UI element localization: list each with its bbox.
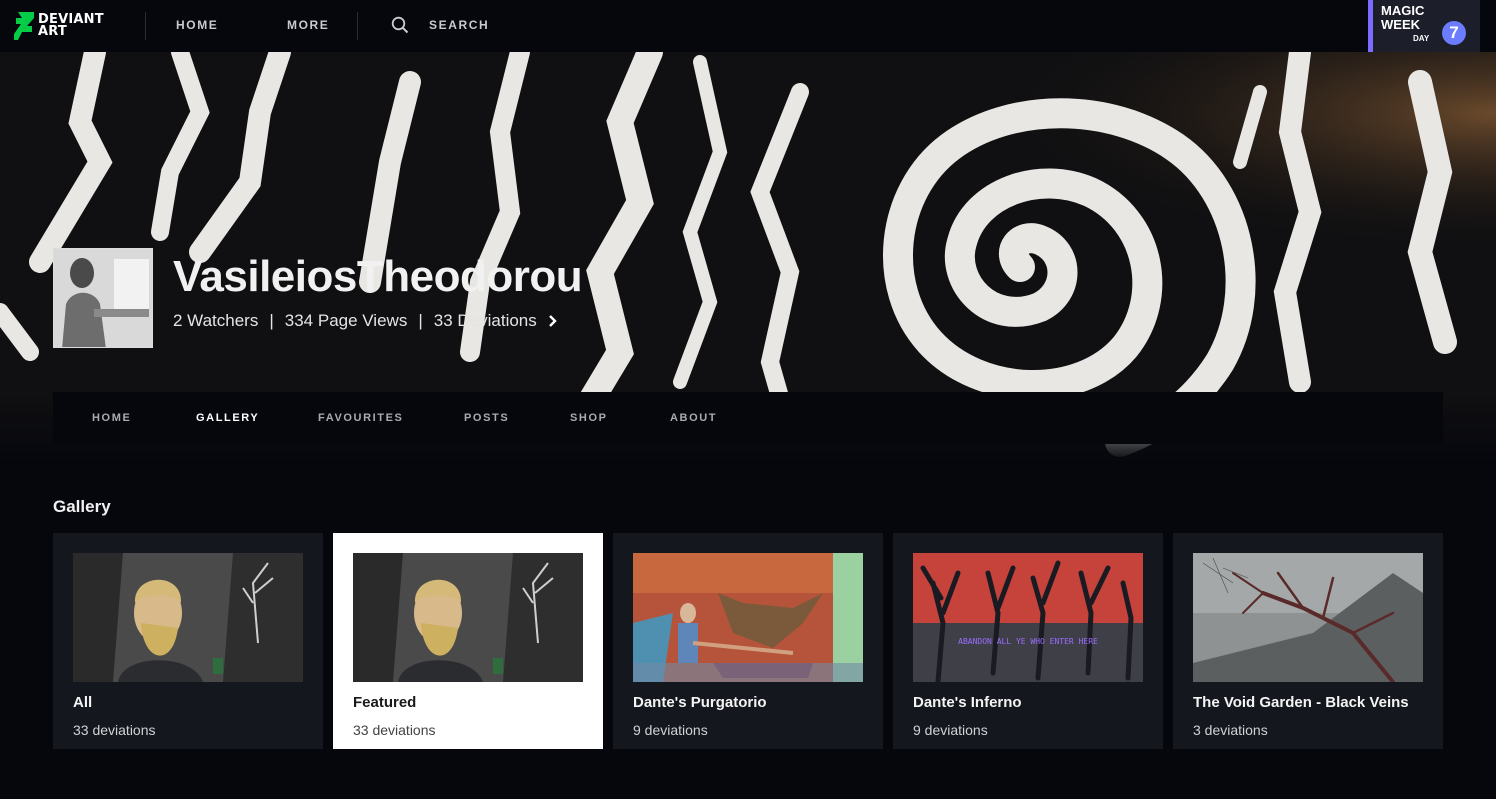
folder-title: The Void Garden - Black Veins <box>1193 694 1409 711</box>
gallery-heading: Gallery <box>53 497 111 516</box>
folder-count: 9 deviations <box>633 722 708 738</box>
folder-count: 33 deviations <box>73 722 156 738</box>
nav-home-link[interactable]: HOME <box>176 18 218 32</box>
folder-thumbnail <box>1193 553 1423 682</box>
nav-more-menu[interactable]: MORE <box>287 18 329 32</box>
gallery-folder-card[interactable]: Dante's Purgatorio 9 deviations <box>613 533 883 749</box>
folder-thumbnail: ABANDON ALL YE WHO ENTER HERE <box>913 553 1143 682</box>
folder-title: Dante's Inferno <box>913 694 1022 711</box>
deviantart-logo-icon <box>14 12 34 40</box>
gallery-folder-card[interactable]: All 33 deviations <box>53 533 323 749</box>
profile-username[interactable]: VasileiosTheodorou <box>173 252 583 302</box>
tab-favourites[interactable]: FAVOURITES <box>318 412 403 424</box>
magic-week-day-label: DAY <box>1413 34 1430 43</box>
profile-stats[interactable]: 2 Watchers | 334 Page Views | 33 Deviati… <box>173 311 559 331</box>
avatar[interactable] <box>53 248 153 348</box>
search-icon[interactable] <box>391 16 409 34</box>
tab-posts[interactable]: POSTS <box>464 412 509 424</box>
deviations-count: 33 Deviations <box>433 311 537 330</box>
stats-separator: | <box>269 311 274 330</box>
magic-week-day-number: 7 <box>1442 21 1466 45</box>
avatar-photo <box>54 249 152 347</box>
folder-thumbnail <box>633 553 863 682</box>
page-views-count: 334 Page Views <box>284 311 408 330</box>
folder-count: 3 deviations <box>1193 722 1268 738</box>
magic-week-banner[interactable]: MAGIC WEEK DAY 7 <box>1368 0 1480 52</box>
folder-title: Featured <box>353 694 417 711</box>
search-input[interactable]: SEARCH <box>429 18 489 32</box>
tab-about[interactable]: ABOUT <box>670 412 717 424</box>
deviantart-logo[interactable]: DEVIANT ART <box>14 10 114 42</box>
divider <box>145 12 146 40</box>
thumbnail-caption: ABANDON ALL YE WHO ENTER HERE <box>958 637 1098 646</box>
gallery-folder-card[interactable]: ABANDON ALL YE WHO ENTER HERE Dante's In… <box>893 533 1163 749</box>
chevron-right-icon[interactable] <box>547 314 559 328</box>
tab-home[interactable]: HOME <box>92 412 131 424</box>
gallery-folder-card[interactable]: Featured 33 deviations <box>333 533 603 749</box>
folder-title: All <box>73 694 93 711</box>
divider <box>357 12 358 40</box>
magic-week-line1: MAGIC <box>1381 3 1425 18</box>
magic-week-line2: WEEK <box>1381 17 1420 32</box>
folder-thumbnail <box>353 553 583 682</box>
gallery-folder-card[interactable]: The Void Garden - Black Veins 3 deviatio… <box>1173 533 1443 749</box>
tab-gallery[interactable]: GALLERY <box>196 412 259 424</box>
folder-count: 9 deviations <box>913 722 988 738</box>
folder-thumbnail <box>73 553 303 682</box>
logo-text-line2: ART <box>38 24 67 39</box>
folder-count: 33 deviations <box>353 722 436 738</box>
top-navigation-bar: DEVIANT ART HOME MORE SEARCH MAGIC WEEK … <box>0 0 1496 52</box>
stats-separator: | <box>418 311 423 330</box>
tab-shop[interactable]: SHOP <box>570 412 608 424</box>
watchers-count: 2 Watchers <box>173 311 259 330</box>
profile-tabs: HOME GALLERY FAVOURITES POSTS SHOP ABOUT <box>53 392 1443 444</box>
folder-title: Dante's Purgatorio <box>633 694 767 711</box>
